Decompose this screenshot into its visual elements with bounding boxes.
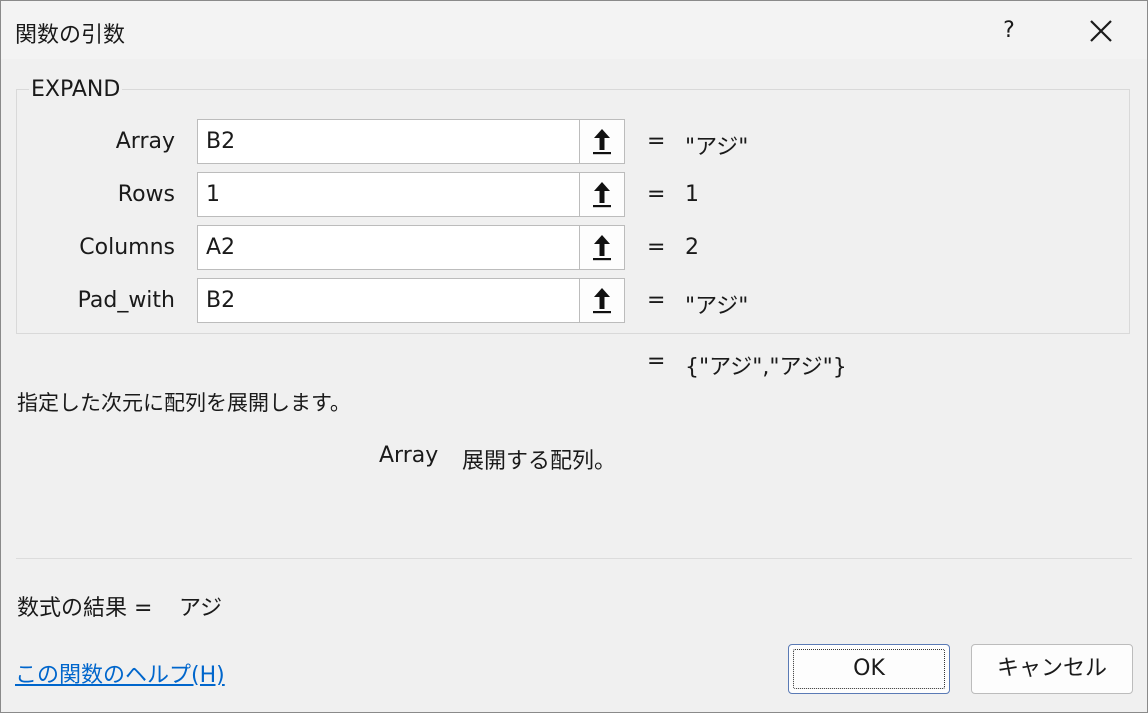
arg-input-value: 1 — [206, 182, 220, 207]
function-name: EXPAND — [29, 77, 123, 102]
collapse-dialog-arrow-icon — [593, 288, 611, 314]
help-button[interactable]: ? — [991, 11, 1027, 51]
arg-label-columns: Columns — [79, 235, 175, 260]
cancel-button[interactable]: キャンセル — [971, 644, 1133, 694]
arg-result-pad-with: "アジ" — [685, 294, 749, 319]
arg-input-value: B2 — [206, 288, 236, 313]
arg-result-columns: 2 — [685, 235, 699, 260]
cancel-button-label: キャンセル — [996, 656, 1107, 681]
arg-description-name: Array — [379, 443, 439, 468]
arg-input-columns[interactable]: A2 — [197, 225, 625, 270]
close-button[interactable] — [1079, 11, 1123, 51]
arg-description-text: 展開する配列。 — [462, 449, 617, 474]
equals-sign: = — [647, 288, 666, 313]
arg-input-array[interactable]: B2 — [197, 119, 625, 164]
equals-sign: = — [647, 182, 666, 207]
arg-input-value: A2 — [206, 235, 236, 260]
formula-result-label: 数式の結果 = — [17, 596, 153, 621]
arg-result-array: "アジ" — [685, 135, 749, 160]
formula-result-value: アジ — [179, 596, 223, 621]
title-bar: 関数の引数 ? — [1, 1, 1147, 59]
equals-sign: = — [647, 235, 666, 260]
collapse-dialog-arrow-icon — [593, 182, 611, 208]
arg-label-array: Array — [115, 129, 175, 154]
arg-result-rows: 1 — [685, 182, 699, 207]
function-arguments-dialog: 関数の引数 ? EXPAND Array B2 = "アジ" Rows 1 = … — [0, 0, 1148, 713]
arg-input-rows[interactable]: 1 — [197, 172, 625, 217]
close-icon — [1090, 20, 1112, 42]
collapse-dialog-button[interactable] — [579, 226, 624, 269]
collapse-dialog-button[interactable] — [579, 279, 624, 322]
arg-input-value: B2 — [206, 129, 236, 154]
equals-sign: = — [647, 349, 666, 374]
arg-label-pad-with: Pad_with — [77, 288, 175, 313]
function-help-link[interactable]: この関数のヘルプ(H) — [15, 657, 225, 689]
dialog-title: 関数の引数 — [15, 23, 126, 48]
collapse-dialog-button[interactable] — [579, 173, 624, 216]
collapse-dialog-arrow-icon — [593, 235, 611, 261]
arg-input-pad-with[interactable]: B2 — [197, 278, 625, 323]
function-description: 指定した次元に配列を展開します。 — [17, 391, 351, 415]
collapse-dialog-arrow-icon — [593, 129, 611, 155]
equals-sign: = — [647, 129, 666, 154]
arg-label-rows: Rows — [117, 182, 175, 207]
ok-button[interactable]: OK — [788, 644, 950, 694]
focus-rectangle — [793, 649, 945, 689]
function-result: {"アジ","アジ"} — [685, 355, 847, 380]
divider — [16, 558, 1132, 559]
collapse-dialog-button[interactable] — [579, 120, 624, 163]
